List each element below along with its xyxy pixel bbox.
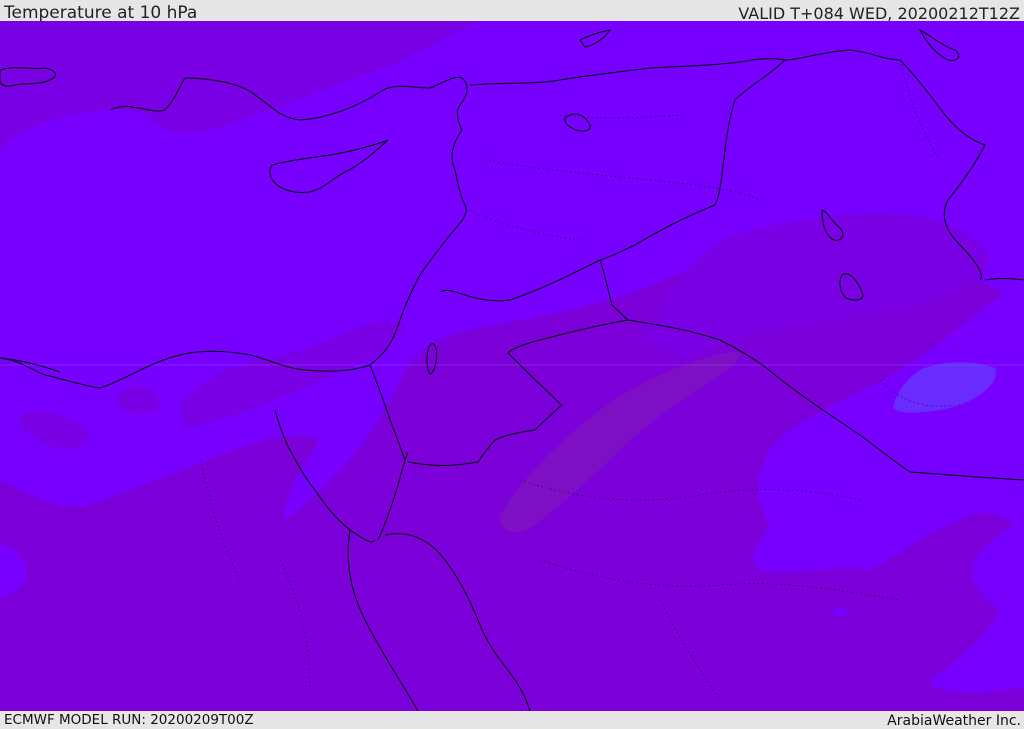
header-bar: Temperature at 10 hPa VALID T+084 WED, 2… [0,0,1024,23]
credit-text: ArabiaWeather Inc. [887,713,1021,729]
temperature-map[interactable] [0,21,1024,711]
map-title: Temperature at 10 hPa [4,3,198,23]
footer-bar: ECMWF MODEL RUN: 20200209T00Z ArabiaWeat… [0,711,1024,729]
model-run: ECMWF MODEL RUN: 20200209T00Z [4,712,254,728]
